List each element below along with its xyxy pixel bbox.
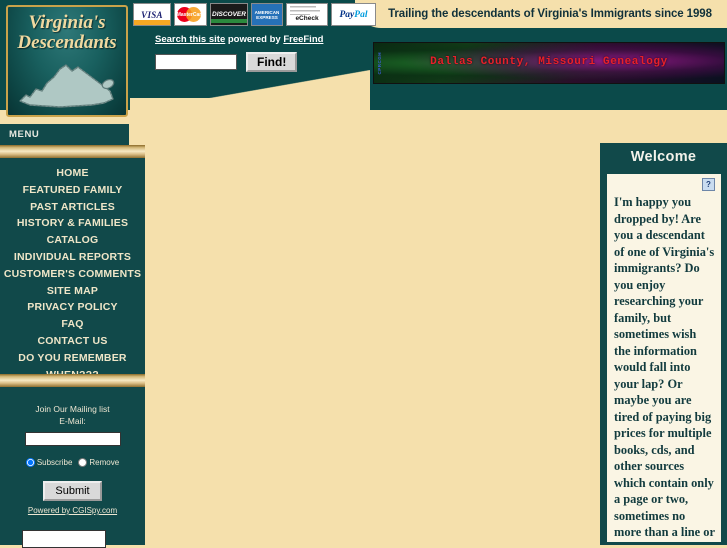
virginia-map-icon bbox=[19, 64, 115, 108]
discover-icon: DISCOVER bbox=[210, 3, 248, 26]
amex-icon: AMERICAN EXPRESS bbox=[251, 3, 283, 26]
menu-header-side-gap bbox=[129, 124, 145, 145]
menu-list: HOME FEATURED FAMILY PAST ARTICLES HISTORY … bbox=[0, 158, 145, 383]
menu-item-history-families[interactable]: HISTORY & FAMILIES bbox=[0, 215, 145, 232]
tagline-text: Trailing the descendants of Virginia's I… bbox=[388, 8, 712, 20]
mailing-list-email-input[interactable] bbox=[24, 432, 121, 446]
paypal-label: PayPal bbox=[340, 10, 368, 20]
radio-subscribe-input[interactable] bbox=[25, 458, 35, 467]
mailing-list-submit-button[interactable]: Submit bbox=[43, 481, 102, 501]
cgispy-link[interactable]: Powered by CGISpy.com bbox=[0, 506, 145, 515]
freefind-link[interactable]: FreeFind bbox=[283, 34, 323, 45]
radio-remove-input[interactable] bbox=[78, 458, 88, 467]
mailing-list-title: Join Our Mailing list bbox=[35, 404, 110, 414]
welcome-text: I'm happy you dropped by! Are you a desc… bbox=[614, 195, 715, 542]
welcome-header-label: Welcome bbox=[630, 148, 697, 165]
menu-item-do-you-remember[interactable]: DO YOU REMEMBER bbox=[0, 350, 145, 367]
visa-icon: VISA bbox=[133, 3, 171, 26]
menu-header-label: MENU bbox=[9, 129, 40, 140]
mastercard-label: MasterCard bbox=[176, 11, 205, 18]
menu-item-catalog[interactable]: CATALOG bbox=[0, 232, 145, 249]
site-logo[interactable]: Virginia's Descendants bbox=[6, 5, 128, 117]
menu-panel: HOME FEATURED FAMILY PAST ARTICLES HISTORY … bbox=[0, 158, 145, 381]
paypal-label-b: Pal bbox=[354, 9, 368, 20]
menu-item-faq[interactable]: FAQ bbox=[0, 316, 145, 333]
bottom-text-input[interactable] bbox=[22, 530, 106, 548]
logo-title-line2: Descendants bbox=[17, 32, 117, 53]
menu-item-featured-family[interactable]: FEATURED FAMILY bbox=[0, 182, 145, 199]
menu-gold-divider-bottom bbox=[0, 374, 145, 387]
ad-banner-text: Dallas County, Missouri Genealogy bbox=[430, 56, 668, 68]
menu-item-individual-reports[interactable]: INDIVIDUAL REPORTS bbox=[0, 249, 145, 266]
search-row: Find! bbox=[155, 52, 355, 72]
menu-item-contact-us[interactable]: CONTACT US bbox=[0, 333, 145, 350]
menu-gold-divider-top bbox=[0, 145, 145, 158]
menu-header: MENU bbox=[0, 124, 129, 145]
welcome-header: Welcome bbox=[600, 143, 727, 170]
paypal-icon: PayPal bbox=[331, 3, 376, 26]
ad-banner[interactable]: CPRCGH Dallas County, Missouri Genealogy bbox=[373, 42, 725, 84]
find-button[interactable]: Find! bbox=[246, 52, 298, 72]
welcome-body: ? I'm happy you dropped by! Are you a de… bbox=[607, 174, 721, 542]
logo-title-line1: Virginia's bbox=[28, 12, 106, 33]
radio-remove-label: Remove bbox=[89, 458, 120, 467]
amex-label: AMERICAN EXPRESS bbox=[254, 9, 280, 20]
radio-subscribe-label: Subscribe bbox=[36, 458, 73, 467]
mailing-list-options: Subscribe Remove bbox=[0, 458, 145, 467]
search-area: Search this site powered by FreeFind Fin… bbox=[155, 34, 355, 72]
logo-title: Virginia's Descendants bbox=[8, 13, 126, 53]
radio-subscribe[interactable]: Subscribe bbox=[25, 458, 73, 467]
mailing-list-panel: Join Our Mailing list E-Mail: Subscribe … bbox=[0, 387, 145, 545]
tagline-bar: Trailing the descendants of Virginia's I… bbox=[355, 0, 727, 28]
welcome-panel: Welcome ? I'm happy you dropped by! Are … bbox=[600, 143, 727, 545]
search-caption: Search this site powered by FreeFind bbox=[155, 34, 355, 45]
discover-stripe bbox=[211, 19, 247, 23]
discover-label: DISCOVER bbox=[212, 11, 246, 18]
radio-remove[interactable]: Remove bbox=[78, 458, 119, 467]
search-input[interactable] bbox=[155, 54, 237, 70]
menu-item-privacy-policy[interactable]: PRIVACY POLICY bbox=[0, 299, 145, 316]
echeck-label: eCheck bbox=[295, 15, 319, 22]
broken-image-icon: ? bbox=[702, 178, 715, 191]
menu-item-home[interactable]: HOME bbox=[0, 165, 145, 182]
echeck-icon: eCheck bbox=[286, 3, 328, 26]
mastercard-icon: MasterCard bbox=[174, 3, 207, 26]
visa-label: VISA bbox=[141, 9, 163, 20]
menu-item-site-map[interactable]: SITE MAP bbox=[0, 283, 145, 300]
mailing-list-email-label: E-Mail: bbox=[59, 416, 86, 426]
page-root: Trailing the descendants of Virginia's I… bbox=[0, 0, 727, 548]
payment-icons-row: VISA MasterCard DISCOVER AMERICAN EXPRES… bbox=[133, 3, 376, 26]
echeck-check-lines bbox=[290, 5, 324, 15]
search-this-site-link[interactable]: Search this site bbox=[155, 34, 225, 45]
menu-item-past-articles[interactable]: PAST ARTICLES bbox=[0, 199, 145, 216]
visa-stripe bbox=[134, 20, 170, 25]
menu-item-customers-comments[interactable]: CUSTOMER'S COMMENTS bbox=[0, 266, 145, 283]
paypal-label-a: Pay bbox=[339, 9, 355, 20]
search-caption-middle: powered by bbox=[225, 34, 284, 45]
